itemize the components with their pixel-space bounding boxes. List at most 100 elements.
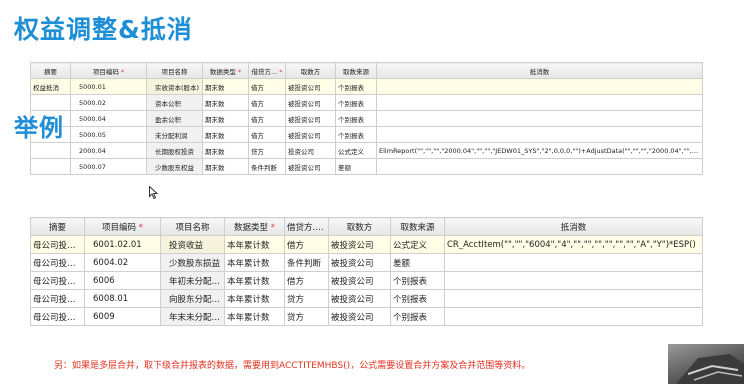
column-header-source[interactable]: 取数来源: [335, 62, 377, 79]
party-cell[interactable]: 被投资公司: [328, 307, 391, 326]
formula-cell[interactable]: ElimReport("","","","2000.04","","","JED…: [376, 142, 703, 159]
source-cell[interactable]: 差额: [335, 158, 377, 175]
dc-cell[interactable]: 借方: [248, 78, 286, 95]
type-cell[interactable]: 本年累计数: [224, 307, 285, 326]
party-cell[interactable]: 被投资公司: [285, 126, 336, 143]
party-cell[interactable]: 被投资公司: [328, 253, 391, 272]
table-row[interactable]: 母公司投资... 6009 年末未分配利润 本年累计数 贷方 被投资公司 个别报表: [30, 307, 703, 326]
column-header-party[interactable]: 取数方: [328, 217, 391, 236]
table-row[interactable]: 权益抵消 5000.01 实收资本(股本) 期末数 借方 被投资公司 个别报表: [30, 78, 703, 95]
type-cell[interactable]: 本年累计数: [224, 289, 285, 308]
dc-cell[interactable]: 借方: [284, 235, 329, 254]
name-cell[interactable]: 年末未分配利润: [160, 307, 225, 326]
table-row[interactable]: 5000.04 盈余公积 期末数 借方 被投资公司 个别报表: [30, 110, 703, 127]
table-row[interactable]: 母公司投资... 6001.02.01 投资收益 本年累计数 借方 被投资公司 公式定义 CR…: [30, 235, 703, 254]
type-cell[interactable]: 期末数: [202, 94, 249, 111]
formula-cell[interactable]: [376, 94, 703, 111]
code-cell[interactable]: 6006: [84, 271, 161, 290]
column-header-type[interactable]: 数据类型 *: [202, 62, 249, 79]
type-cell[interactable]: 本年累计数: [224, 235, 285, 254]
party-cell[interactable]: 被投资公司: [328, 289, 391, 308]
source-cell[interactable]: 公式定义: [335, 142, 377, 159]
formula-cell[interactable]: [376, 126, 703, 143]
name-cell[interactable]: 向股东分配利润: [160, 289, 225, 308]
code-cell[interactable]: 6004.02: [84, 253, 161, 272]
type-cell[interactable]: 期末数: [202, 158, 249, 175]
column-header-name[interactable]: 项目名称: [146, 62, 203, 79]
name-cell[interactable]: 年初未分配利润: [160, 271, 225, 290]
dc-cell[interactable]: 贷方: [248, 142, 286, 159]
name-cell[interactable]: 长期股权投资: [146, 142, 203, 159]
type-cell[interactable]: 期末数: [202, 78, 249, 95]
summary-cell[interactable]: 母公司投资...: [30, 271, 85, 290]
column-header-type[interactable]: 数据类型 *: [224, 217, 285, 236]
name-cell[interactable]: 投资收益: [160, 235, 225, 254]
column-header-dc[interactable]: 借贷方... *: [248, 62, 286, 79]
dc-cell[interactable]: 借方: [248, 94, 286, 111]
party-cell[interactable]: 被投资公司: [285, 110, 336, 127]
name-cell[interactable]: 实收资本(股本): [146, 78, 203, 95]
source-cell[interactable]: 公式定义: [390, 235, 445, 254]
type-cell[interactable]: 本年累计数: [224, 253, 285, 272]
formula-cell[interactable]: [376, 110, 703, 127]
dc-cell[interactable]: 贷方: [284, 289, 329, 308]
formula-cell[interactable]: CR_AcctItem("","","6004","4","","","",""…: [444, 235, 703, 254]
summary-cell[interactable]: [30, 142, 71, 159]
type-cell[interactable]: 期末数: [202, 142, 249, 159]
name-cell[interactable]: 资本公积: [146, 94, 203, 111]
column-header-summary[interactable]: 摘要: [30, 217, 85, 236]
code-cell[interactable]: 6001.02.01: [84, 235, 161, 254]
party-cell[interactable]: 投资公司: [285, 142, 336, 159]
formula-cell[interactable]: [444, 307, 703, 326]
formula-cell[interactable]: [444, 271, 703, 290]
name-cell[interactable]: 少数股东权益: [146, 158, 203, 175]
column-header-formula[interactable]: 抵消数: [444, 217, 703, 236]
formula-cell[interactable]: [376, 78, 703, 95]
formula-cell[interactable]: [444, 289, 703, 308]
name-cell[interactable]: 未分配利润: [146, 126, 203, 143]
dc-cell[interactable]: 贷方: [284, 307, 329, 326]
dc-cell[interactable]: 条件判断: [248, 158, 286, 175]
source-cell[interactable]: 个别报表: [390, 289, 445, 308]
summary-cell[interactable]: 母公司投资...: [30, 289, 85, 308]
summary-cell[interactable]: 权益抵消: [30, 78, 71, 95]
dc-cell[interactable]: 借方: [248, 110, 286, 127]
name-cell[interactable]: 盈余公积: [146, 110, 203, 127]
type-cell[interactable]: 期末数: [202, 110, 249, 127]
dc-cell[interactable]: 借方: [284, 271, 329, 290]
type-cell[interactable]: 期末数: [202, 126, 249, 143]
column-header-name[interactable]: 项目名称: [160, 217, 225, 236]
source-cell[interactable]: 个别报表: [335, 110, 377, 127]
summary-cell[interactable]: 母公司投资...: [30, 253, 85, 272]
column-header-code[interactable]: 项目编码 *: [84, 217, 161, 236]
party-cell[interactable]: 被投资公司: [285, 158, 336, 175]
dc-cell[interactable]: 条件判断: [284, 253, 329, 272]
column-header-source[interactable]: 取数来源: [390, 217, 445, 236]
party-cell[interactable]: 被投资公司: [328, 271, 391, 290]
party-cell[interactable]: 被投资公司: [285, 78, 336, 95]
column-header-summary[interactable]: 摘要: [30, 62, 71, 79]
dc-cell[interactable]: 借方: [248, 126, 286, 143]
column-header-formula[interactable]: 抵消数: [376, 62, 703, 79]
formula-cell[interactable]: [444, 253, 703, 272]
table-row[interactable]: 5000.02 资本公积 期末数 借方 被投资公司 个别报表: [30, 94, 703, 111]
code-cell[interactable]: 2000.04: [70, 142, 147, 159]
table-row[interactable]: 母公司投资... 6008.01 向股东分配利润 本年累计数 贷方 被投资公司 个别报表: [30, 289, 703, 308]
summary-cell[interactable]: [30, 158, 71, 175]
code-cell[interactable]: 5000.01: [70, 78, 147, 95]
table-row[interactable]: 5000.05 未分配利润 期末数 借方 被投资公司 个别报表: [30, 126, 703, 143]
party-cell[interactable]: 被投资公司: [285, 94, 336, 111]
table-row[interactable]: 2000.04 长期股权投资 期末数 贷方 投资公司 公式定义 ElimReport("",…: [30, 142, 703, 159]
summary-cell[interactable]: 母公司投资...: [30, 235, 85, 254]
code-cell[interactable]: 5000.02: [70, 94, 147, 111]
source-cell[interactable]: 个别报表: [390, 271, 445, 290]
source-cell[interactable]: 个别报表: [335, 126, 377, 143]
code-cell[interactable]: 5000.07: [70, 158, 147, 175]
formula-cell[interactable]: [376, 158, 703, 175]
table-row[interactable]: 5000.07 少数股东权益 期末数 条件判断 被投资公司 差额: [30, 158, 703, 175]
column-header-code[interactable]: 项目编码 *: [70, 62, 147, 79]
column-header-dc[interactable]: 借贷方... *: [284, 217, 329, 236]
table-row[interactable]: 母公司投资... 6004.02 少数股东损益 本年累计数 条件判断 被投资公司 差额: [30, 253, 703, 272]
source-cell[interactable]: 个别报表: [335, 94, 377, 111]
column-header-party[interactable]: 取数方: [285, 62, 336, 79]
